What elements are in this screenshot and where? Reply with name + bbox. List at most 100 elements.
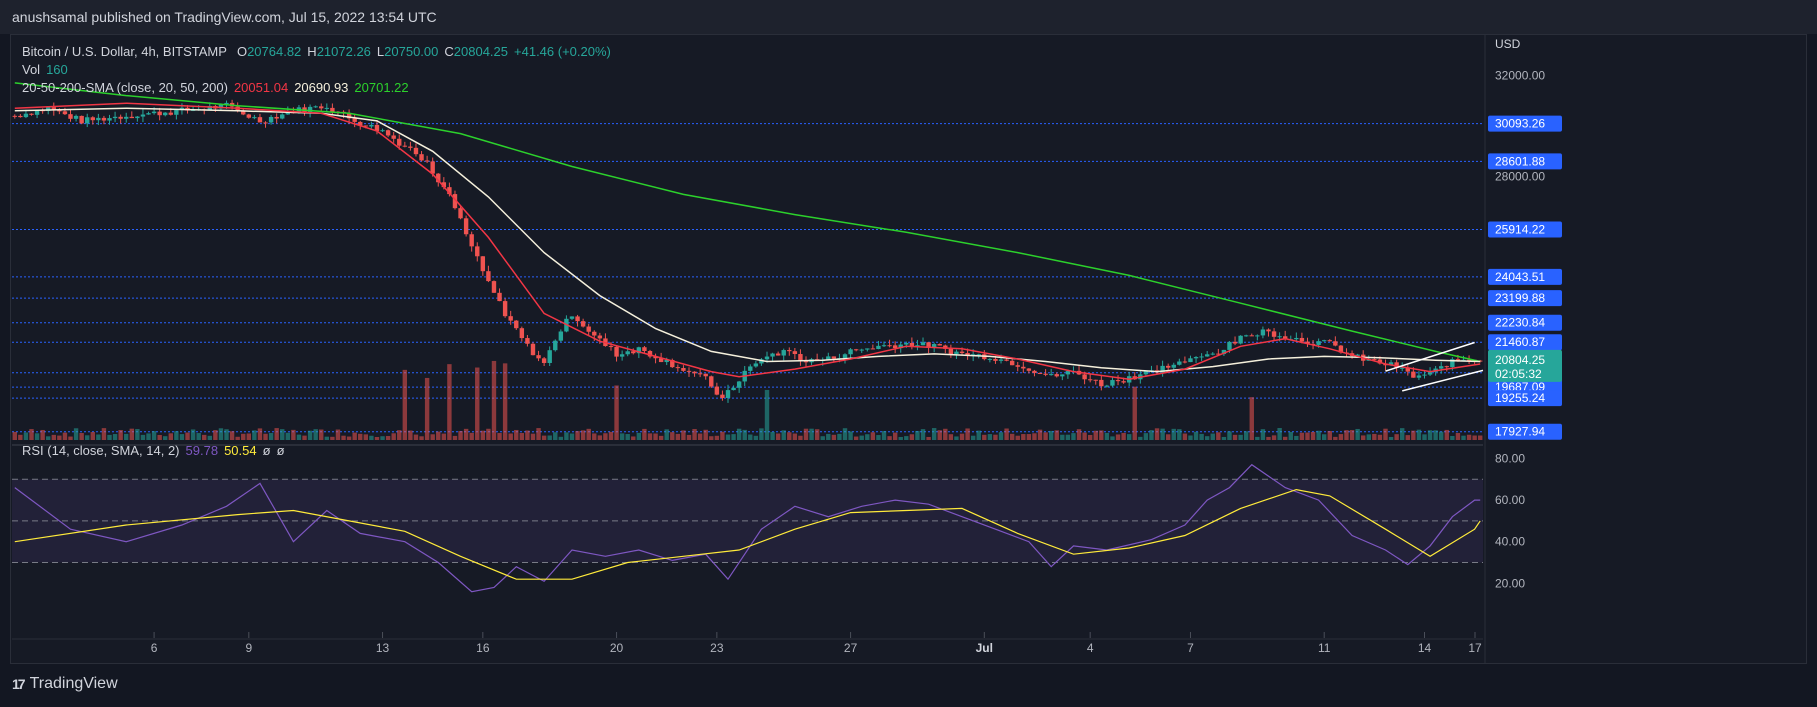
volume-bar xyxy=(1143,433,1149,440)
volume-bar xyxy=(1160,428,1165,440)
time-tick-label: 23 xyxy=(710,641,724,655)
volume-bar xyxy=(1026,434,1032,440)
close-label: C xyxy=(444,44,454,59)
symbol-legend[interactable]: Bitcoin / U.S. Dollar, 4h, BITSTAMP O2076… xyxy=(22,44,617,59)
volume-bar xyxy=(837,433,842,440)
volume-bar xyxy=(1294,435,1299,440)
candle-body xyxy=(998,359,1004,361)
rsi-legend[interactable]: RSI (14, close, SMA, 14, 2) 59.78 50.54 ø ø xyxy=(22,443,291,458)
candle-body xyxy=(525,338,530,344)
volume-bar xyxy=(998,432,1004,440)
volume-bar xyxy=(358,433,363,440)
candle-body xyxy=(876,345,881,350)
candle-body xyxy=(1121,381,1126,383)
volume-bar xyxy=(536,428,541,440)
candle-body xyxy=(1199,356,1204,358)
volume-bar xyxy=(57,435,62,440)
candle-body xyxy=(1271,331,1277,337)
candle-body xyxy=(508,316,513,321)
moving-averages xyxy=(14,82,1481,380)
volume-bar xyxy=(475,367,480,440)
volume-bar xyxy=(826,433,831,440)
candle-body xyxy=(458,208,463,219)
volume-bar xyxy=(798,435,803,440)
volume-bar xyxy=(736,428,742,440)
candle-body xyxy=(23,113,29,118)
price-tick-label: 28000.00 xyxy=(1495,170,1545,184)
candle-body xyxy=(753,363,759,367)
candle-body xyxy=(792,351,798,355)
candle-body xyxy=(1327,340,1332,342)
volume-bar xyxy=(670,432,675,440)
volume-bar xyxy=(458,431,463,440)
candle-body xyxy=(391,135,396,139)
candle-body xyxy=(324,107,330,109)
volume-bar xyxy=(51,434,56,440)
volume-bar xyxy=(202,434,207,440)
tradingview-footer[interactable]: 17 TradingView xyxy=(12,675,118,693)
volume-bar xyxy=(1266,436,1271,440)
volume-bar xyxy=(725,434,731,440)
volume-bar xyxy=(218,428,224,440)
volume-bar xyxy=(1093,430,1098,440)
candle-body xyxy=(62,111,68,115)
candle-body xyxy=(257,117,263,123)
vol-label: Vol xyxy=(22,62,41,77)
volume-bar xyxy=(525,430,530,440)
candle-body xyxy=(553,340,558,351)
volume-bar xyxy=(603,433,608,440)
volume-bar xyxy=(547,435,552,440)
volume-legend[interactable]: Vol 160 xyxy=(22,62,74,77)
volume-bar xyxy=(553,432,558,440)
candle-body xyxy=(68,114,73,119)
candle-body xyxy=(463,218,469,235)
candle-body xyxy=(954,351,959,355)
volume-bar xyxy=(1115,434,1121,440)
volume-bar xyxy=(892,432,898,440)
volume-bar xyxy=(452,435,458,440)
price-tick-label: 32000.00 xyxy=(1495,68,1545,82)
volume-bar xyxy=(1104,432,1110,440)
candle-body xyxy=(642,347,647,352)
candle-body xyxy=(686,370,692,372)
candle-body xyxy=(736,381,742,388)
volume-bar xyxy=(1472,435,1477,440)
volume-bar xyxy=(280,429,285,440)
candle-body xyxy=(558,331,564,341)
candle-body xyxy=(592,331,597,336)
candle-body xyxy=(268,116,274,123)
candle-body xyxy=(892,345,898,349)
candle-body xyxy=(380,130,385,132)
candle-body xyxy=(787,350,792,352)
candle-body xyxy=(101,117,107,121)
candle-body xyxy=(79,115,84,124)
candle-body xyxy=(1015,365,1020,367)
candle-body xyxy=(352,118,357,122)
candle-body xyxy=(1422,374,1427,376)
time-axis[interactable]: 6 9 13 16 20 23 27 Jul 4 7 11 14 17 xyxy=(151,632,1482,655)
candle-body xyxy=(1232,341,1238,344)
volume-bar xyxy=(792,433,798,440)
sma-legend[interactable]: 20-50-200-SMA (close, 20, 50, 200) 20051.… xyxy=(22,80,415,95)
price-axis[interactable]: USD 32000.00 28000.00 30093.26 28601.88 25914… xyxy=(1488,37,1562,590)
candle-body xyxy=(1087,379,1093,381)
candle-body xyxy=(1266,329,1271,332)
candle-body xyxy=(987,358,993,360)
candle-body xyxy=(514,320,519,329)
candle-body xyxy=(502,301,508,317)
volume-bar xyxy=(1444,429,1449,440)
volume-bar xyxy=(302,435,307,440)
volume-bar xyxy=(608,431,614,440)
candle-body xyxy=(1032,370,1037,373)
volume-bar xyxy=(1478,435,1483,440)
sma200-line xyxy=(14,82,1481,363)
volume-bar xyxy=(681,430,686,440)
volume-bar xyxy=(675,433,681,440)
candle-body xyxy=(1037,372,1043,374)
price-chart[interactable]: USD 32000.00 28000.00 30093.26 28601.88 25914… xyxy=(0,0,1817,707)
candle-body xyxy=(1193,357,1199,359)
volume-bar xyxy=(842,428,848,440)
candle-body xyxy=(681,368,686,371)
volume-bar xyxy=(296,434,302,440)
volume-bar xyxy=(502,363,508,440)
